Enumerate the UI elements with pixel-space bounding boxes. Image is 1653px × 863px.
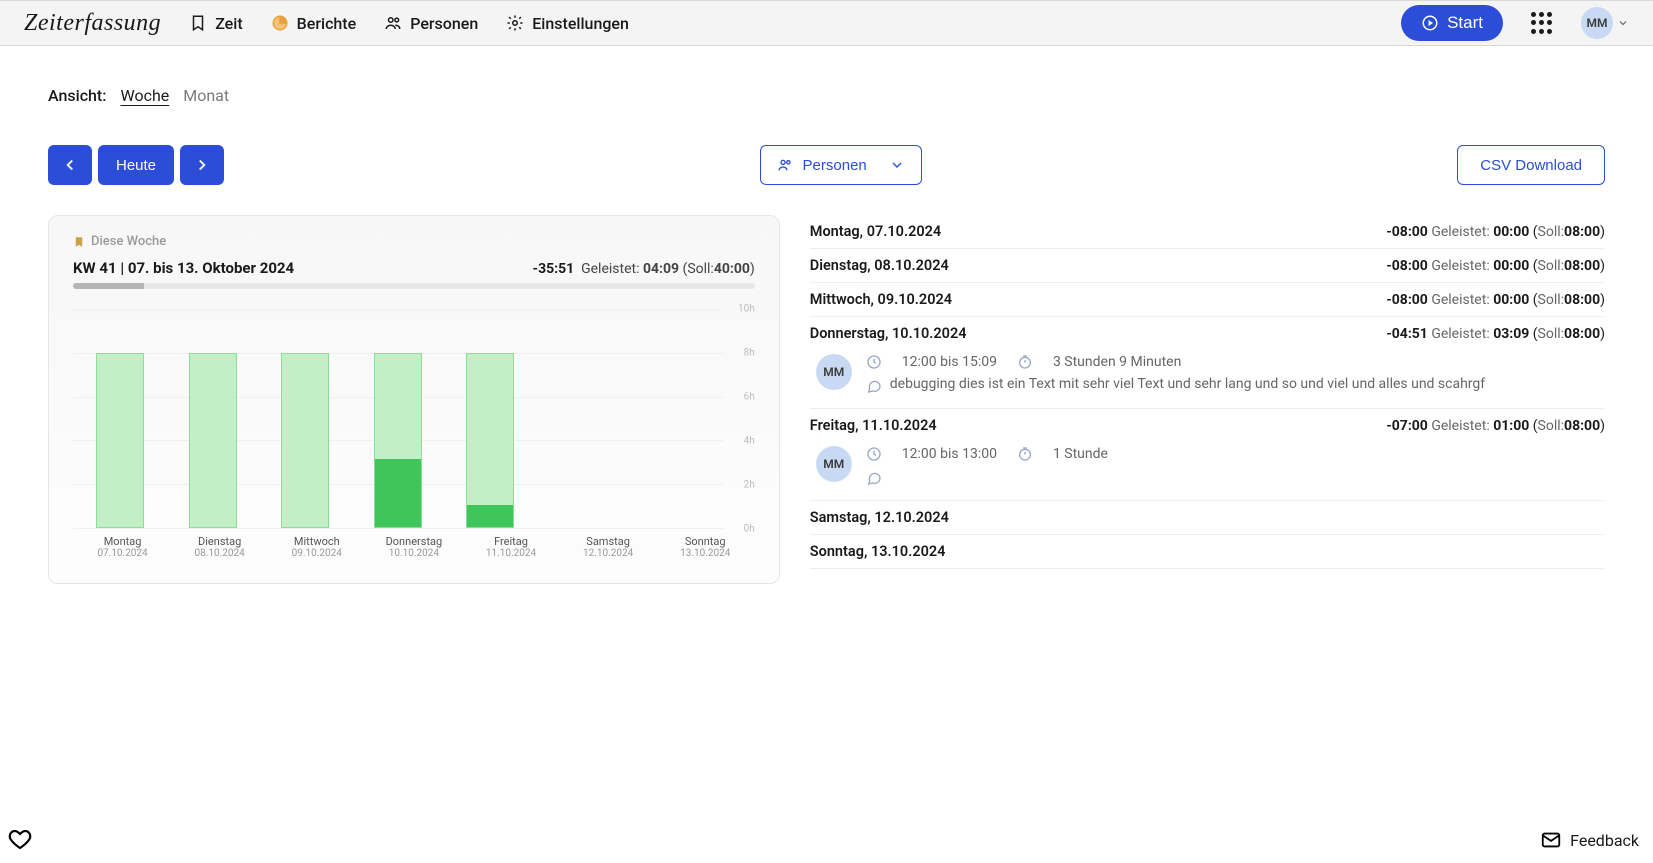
today-button[interactable]: Heute [98, 145, 174, 185]
clock-icon [866, 446, 882, 462]
chart-x-labels: Montag07.10.2024Dienstag08.10.2024Mittwo… [73, 529, 755, 559]
chevron-down-icon [889, 157, 905, 173]
prev-week-button[interactable] [48, 145, 92, 185]
gear-icon [506, 14, 524, 32]
card-title: KW 41 | 07. bis 13. Oktober 2024 [73, 259, 294, 277]
week-chart: 0h2h4h6h8h10h [73, 309, 755, 529]
topbar: Zeiterfassung Zeit Berichte Personen Ein… [0, 0, 1653, 46]
entry-range: 12:00 bis 13:00 [902, 446, 997, 462]
day-row: Montag, 07.10.2024 -08:00 Geleistet: 00:0… [810, 215, 1605, 249]
view-switch: Ansicht: Woche Monat [48, 86, 1605, 105]
nav-einstellungen-label: Einstellungen [532, 14, 629, 33]
speech-bubble-icon [866, 378, 882, 394]
app-launcher-icon[interactable] [1531, 12, 1553, 34]
entry-duration: 1 Stunde [1053, 446, 1108, 462]
bookmark-icon [73, 236, 85, 248]
mail-icon [1540, 829, 1562, 851]
nav-zeit-label: Zeit [215, 14, 242, 33]
day-stats: -08:00 Geleistet: 00:00 (Soll:08:00) [1386, 224, 1605, 240]
nav-berichte[interactable]: Berichte [271, 14, 357, 33]
view-switch-label: Ansicht: [48, 86, 106, 105]
next-week-button[interactable] [180, 145, 224, 185]
nav-personen-label: Personen [410, 14, 478, 33]
day-row: Freitag, 11.10.2024 -07:00 Geleistet: 01:… [810, 409, 1605, 501]
card-tag-label: Diese Woche [91, 234, 166, 249]
day-row: Samstag, 12.10.2024 [810, 501, 1605, 535]
day-name: Sonntag, 13.10.2024 [810, 543, 946, 560]
feedback-button[interactable]: Feedback [1540, 829, 1639, 851]
card-soll-value: 40:00 [714, 261, 750, 277]
clock-icon [866, 354, 882, 370]
chart-bar [268, 309, 343, 528]
pie-chart-icon [271, 14, 289, 32]
view-week[interactable]: Woche [120, 86, 169, 105]
card-soll-label: Soll: [687, 261, 714, 277]
day-name: Freitag, 11.10.2024 [810, 417, 937, 434]
view-month[interactable]: Monat [183, 86, 229, 105]
nav-zeit[interactable]: Zeit [189, 14, 242, 33]
day-name: Montag, 07.10.2024 [810, 223, 941, 240]
chevron-left-icon [61, 156, 79, 174]
chart-bar [83, 309, 158, 528]
chart-bar [361, 309, 436, 528]
chart-bar [176, 309, 251, 528]
entry-avatar: MM [816, 446, 852, 482]
play-circle-icon [1421, 14, 1439, 32]
nav-berichte-label: Berichte [297, 14, 357, 33]
progress-bar [73, 283, 755, 289]
timer-icon [1017, 354, 1033, 370]
card-stats: -35:51 Geleistet: 04:09 (Soll:40:00) [533, 261, 755, 277]
day-stats: -08:00 Geleistet: 00:00 (Soll:08:00) [1386, 292, 1605, 308]
csv-download-button[interactable]: CSV Download [1457, 145, 1605, 185]
personen-filter-label: Personen [803, 157, 867, 174]
user-avatar: MM [1581, 7, 1613, 39]
day-stats: -08:00 Geleistet: 00:00 (Soll:08:00) [1386, 258, 1605, 274]
user-menu[interactable]: MM [1581, 7, 1629, 39]
day-name: Donnerstag, 10.10.2024 [810, 325, 967, 342]
day-name: Dienstag, 08.10.2024 [810, 257, 949, 274]
time-entry[interactable]: MM 12:00 bis 15:09 3 Stunden 9 Minuten debu… [810, 342, 1605, 400]
personen-filter-button[interactable]: Personen [760, 145, 922, 185]
week-nav: Heute [48, 145, 224, 185]
start-button[interactable]: Start [1401, 5, 1503, 41]
chevron-right-icon [193, 156, 211, 174]
card-done-label: Geleistet: [581, 261, 639, 277]
chart-bar [546, 309, 621, 528]
start-button-label: Start [1447, 13, 1483, 33]
day-stats: -04:51 Geleistet: 03:09 (Soll:08:00) [1386, 326, 1605, 342]
chevron-down-icon [1617, 17, 1629, 29]
card-tag: Diese Woche [73, 234, 755, 249]
day-row: Mittwoch, 09.10.2024 -08:00 Geleistet: 00… [810, 283, 1605, 317]
entry-avatar: MM [816, 354, 852, 390]
people-icon [777, 157, 793, 173]
timer-icon [1017, 446, 1033, 462]
day-list: Montag, 07.10.2024 -08:00 Geleistet: 00:0… [810, 215, 1605, 569]
chart-bar [453, 309, 528, 528]
card-done-value: 04:09 [643, 261, 679, 277]
heart-icon[interactable] [8, 827, 32, 851]
entry-range: 12:00 bis 15:09 [902, 354, 997, 370]
entry-comment: debugging dies ist ein Text mit sehr vie… [890, 376, 1485, 392]
entry-duration: 3 Stunden 9 Minuten [1053, 354, 1181, 370]
people-icon [384, 14, 402, 32]
nav-personen[interactable]: Personen [384, 14, 478, 33]
nav-einstellungen[interactable]: Einstellungen [506, 14, 629, 33]
speech-bubble-icon [866, 470, 882, 486]
chart-bar [638, 309, 713, 528]
feedback-label: Feedback [1570, 831, 1639, 850]
day-row: Sonntag, 13.10.2024 [810, 535, 1605, 569]
day-name: Samstag, 12.10.2024 [810, 509, 949, 526]
brand-logo: Zeiterfassung [24, 10, 161, 37]
day-row: Donnerstag, 10.10.2024 -04:51 Geleistet: … [810, 317, 1605, 409]
time-entry[interactable]: MM 12:00 bis 13:00 1 Stunde [810, 434, 1605, 492]
day-stats: -07:00 Geleistet: 01:00 (Soll:08:00) [1386, 418, 1605, 434]
day-row: Dienstag, 08.10.2024 -08:00 Geleistet: 00… [810, 249, 1605, 283]
card-delta: -35:51 [533, 261, 575, 277]
week-summary-card: Diese Woche KW 41 | 07. bis 13. Oktober … [48, 215, 780, 584]
bookmark-icon [189, 14, 207, 32]
day-name: Mittwoch, 09.10.2024 [810, 291, 952, 308]
